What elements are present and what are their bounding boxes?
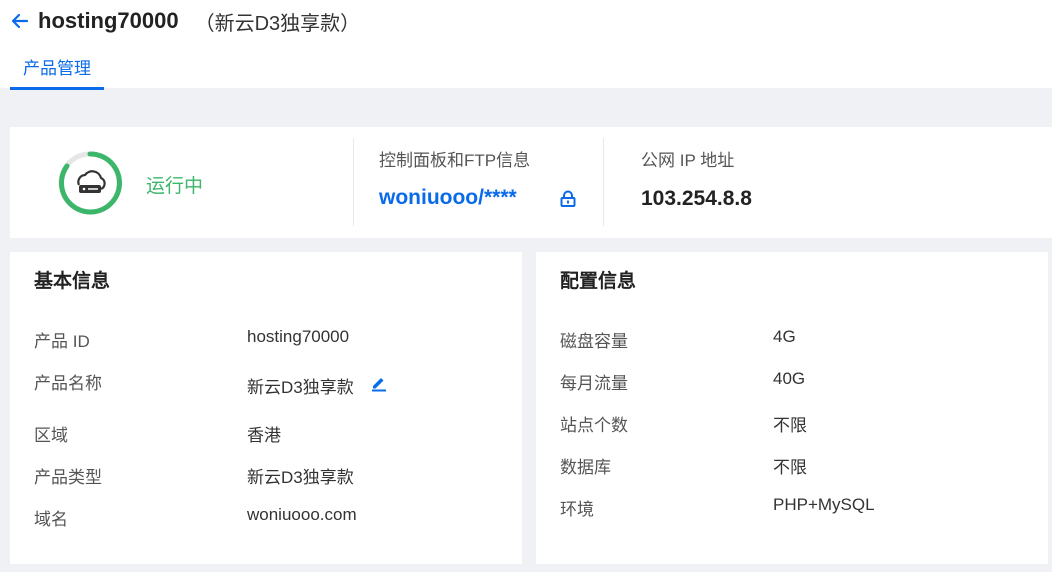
- status-card: 运行中 控制面板和FTP信息 woniuooo/**** 公网 IP 地址 10…: [10, 127, 1052, 238]
- row-label: 环境: [560, 500, 594, 519]
- page-header: hosting70000 （新云D3独享款） 产品管理: [0, 0, 1052, 90]
- row-value: 不限: [773, 416, 807, 435]
- divider: [353, 138, 354, 226]
- row-label: 产品类型: [34, 468, 102, 487]
- row-value: 4G: [773, 327, 796, 346]
- row-value: 40G: [773, 369, 806, 388]
- row-label: 每月流量: [560, 374, 628, 393]
- lock-icon[interactable]: [558, 189, 578, 209]
- divider: [603, 138, 604, 226]
- edit-icon[interactable]: [370, 374, 388, 392]
- row-label: 产品 ID: [34, 332, 90, 351]
- row-label: 域名: [34, 510, 68, 529]
- config-info-panel: 配置信息 磁盘容量 4G 每月流量 40G 站点个数 不限 数据库 不限 环境 …: [536, 252, 1048, 564]
- public-ip-label: 公网 IP 地址: [641, 151, 735, 170]
- row-label: 产品名称: [34, 374, 102, 393]
- panel-title: 配置信息: [560, 271, 637, 292]
- row-value: hosting70000: [247, 327, 350, 346]
- basic-info-panel: 基本信息 产品 ID hosting70000 产品名称 新云D3独享款 区域 …: [10, 252, 522, 564]
- back-arrow-icon[interactable]: [10, 11, 30, 31]
- ftp-info-label: 控制面板和FTP信息: [379, 151, 531, 170]
- page-subtitle: （新云D3独享款）: [194, 12, 361, 35]
- row-label: 站点个数: [560, 416, 628, 435]
- row-value: 新云D3独享款: [247, 378, 354, 397]
- ftp-credentials[interactable]: woniuooo/****: [379, 186, 517, 210]
- row-label: 区域: [34, 426, 68, 445]
- page-title: hosting70000: [38, 8, 179, 33]
- panel-title: 基本信息: [34, 271, 111, 292]
- row-label: 磁盘容量: [560, 332, 628, 351]
- row-label: 数据库: [560, 458, 611, 477]
- public-ip-value: 103.254.8.8: [641, 187, 752, 210]
- status-running: 运行中: [146, 176, 204, 197]
- row-value: 香港: [247, 426, 281, 445]
- server-status-icon: [58, 151, 122, 215]
- title-row: hosting70000 （新云D3独享款）: [10, 6, 360, 36]
- row-value: PHP+MySQL: [773, 495, 875, 514]
- row-value: woniuooo.com: [247, 505, 357, 524]
- row-value: 新云D3独享款: [247, 468, 354, 487]
- tab-product-management[interactable]: 产品管理: [10, 46, 104, 90]
- tab-label: 产品管理: [23, 59, 91, 78]
- row-value: 不限: [773, 458, 807, 477]
